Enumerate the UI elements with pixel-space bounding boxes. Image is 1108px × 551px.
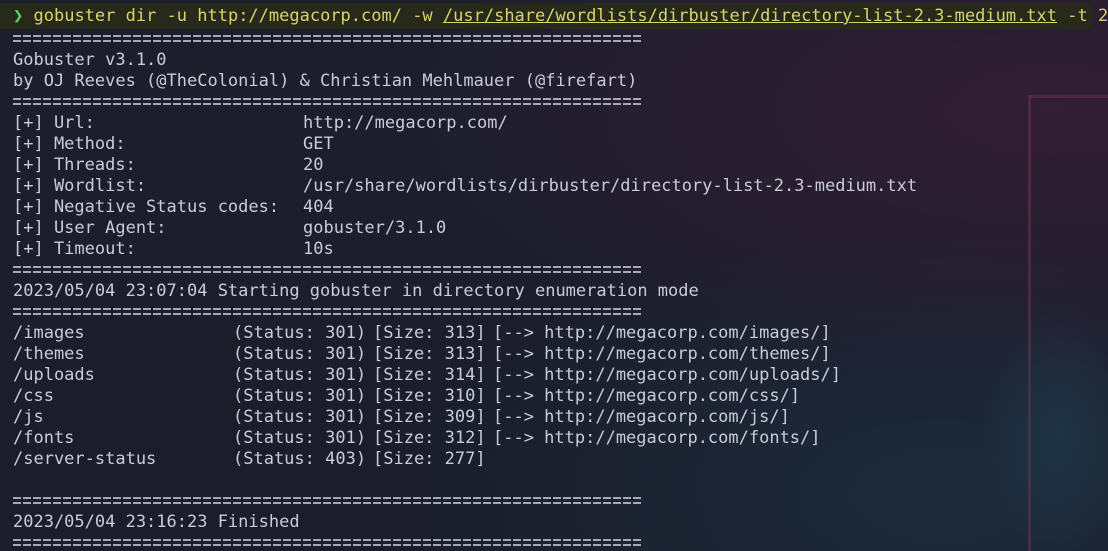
config-value: GET <box>303 134 334 154</box>
config-key: [+] Url: <box>13 113 95 133</box>
config-key: [+] Threads: <box>13 155 136 175</box>
config-key: [+] Method: <box>13 134 126 154</box>
result-path: /js <box>13 407 44 427</box>
config-row: [+] User Agent: gobuster/3.1.0 <box>13 218 1108 239</box>
results-list: /images (Status: 301) [Size: 313] [--> http… <box>13 323 1108 470</box>
separator <box>13 491 1108 512</box>
result-status: (Status: 301) <box>233 365 367 385</box>
result-redirect: [--> http://megacorp.com/css/] <box>493 386 801 406</box>
result-size: [Size: 309] <box>373 407 486 427</box>
separator <box>13 92 1108 113</box>
config-value: http://megacorp.com/ <box>303 113 508 133</box>
result-path: /css <box>13 386 54 406</box>
result-path: /server-status <box>13 449 157 469</box>
result-path: /images <box>13 323 85 343</box>
result-size: [Size: 310] <box>373 386 486 406</box>
config-key: [+] Timeout: <box>13 239 136 259</box>
separator <box>13 29 1108 50</box>
result-path: /uploads <box>13 365 95 385</box>
terminal-window[interactable]: ❯ gobuster dir -u http://megacorp.com/ -… <box>0 0 1108 551</box>
config-row: [+] Wordlist: /usr/share/wordlists/dirbus… <box>13 176 1108 197</box>
wordlist-path-link[interactable]: /usr/share/wordlists/dirbuster/directory… <box>443 6 1057 26</box>
result-size: [Size: 314] <box>373 365 486 385</box>
command-line[interactable]: ❯ gobuster dir -u http://megacorp.com/ -… <box>0 3 1108 29</box>
start-message: 2023/05/04 23:07:04 Starting gobuster in… <box>13 281 699 301</box>
config-row: [+] Timeout: 10s <box>13 239 1108 260</box>
prompt-icon: ❯ <box>13 6 24 26</box>
result-row: /images (Status: 301) [Size: 313] [--> http… <box>13 323 1108 344</box>
result-redirect: [--> http://megacorp.com/js/] <box>493 407 790 427</box>
result-status: (Status: 301) <box>233 407 367 427</box>
result-size: [Size: 313] <box>373 323 486 343</box>
config-list: [+] Url: http://megacorp.com/ [+] Method:… <box>13 113 1108 260</box>
result-row: /js (Status: 301) [Size: 309] [--> http://m… <box>13 407 1108 428</box>
config-key: [+] Wordlist: <box>13 176 147 196</box>
result-row: /server-status (Status: 403) [Size: 277] <box>13 449 1108 470</box>
result-size: [Size: 312] <box>373 428 486 448</box>
banner-version: Gobuster v3.1.0 <box>13 50 167 70</box>
config-value: /usr/share/wordlists/dirbuster/directory… <box>303 176 918 196</box>
config-row: [+] Url: http://megacorp.com/ <box>13 113 1108 134</box>
result-row: /fonts (Status: 301) [Size: 312] [--> http:… <box>13 428 1108 449</box>
command-text: gobuster dir -u http://megacorp.com/ -w <box>33 6 443 26</box>
separator <box>13 302 1108 323</box>
config-row: [+] Negative Status codes: 404 <box>13 197 1108 218</box>
banner-authors: by OJ Reeves (@TheColonial) & Christian … <box>13 71 638 91</box>
result-redirect: [--> http://megacorp.com/fonts/] <box>493 428 821 448</box>
finish-message: 2023/05/04 23:16:23 Finished <box>13 512 300 532</box>
result-row: /uploads (Status: 301) [Size: 314] [--> htt… <box>13 365 1108 386</box>
terminal-output: ❯ gobuster dir -u http://megacorp.com/ -… <box>0 3 1108 551</box>
result-status: (Status: 301) <box>233 344 367 364</box>
result-redirect: [--> http://megacorp.com/uploads/] <box>493 365 841 385</box>
config-value: 10s <box>303 239 334 259</box>
separator <box>13 260 1108 281</box>
result-row: /themes (Status: 301) [Size: 313] [--> http… <box>13 344 1108 365</box>
result-redirect: [--> http://megacorp.com/themes/] <box>493 344 831 364</box>
result-status: (Status: 301) <box>233 323 367 343</box>
result-path: /themes <box>13 344 85 364</box>
config-row: [+] Threads: 20 <box>13 155 1108 176</box>
result-size: [Size: 313] <box>373 344 486 364</box>
config-key: [+] User Agent: <box>13 218 167 238</box>
config-row: [+] Method: GET <box>13 134 1108 155</box>
config-key: [+] Negative Status codes: <box>13 197 280 217</box>
result-status: (Status: 403) <box>233 449 367 469</box>
config-value: 20 <box>303 155 324 175</box>
config-value: 404 <box>303 197 334 217</box>
command-suffix: -t 20 <box>1067 6 1108 26</box>
result-status: (Status: 301) <box>233 386 367 406</box>
separator <box>13 533 1108 551</box>
result-status: (Status: 301) <box>233 428 367 448</box>
result-row: /css (Status: 301) [Size: 310] [--> http://… <box>13 386 1108 407</box>
config-value: gobuster/3.1.0 <box>303 218 447 238</box>
result-size: [Size: 277] <box>373 449 486 469</box>
result-path: /fonts <box>13 428 75 448</box>
result-redirect: [--> http://megacorp.com/images/] <box>493 323 831 343</box>
